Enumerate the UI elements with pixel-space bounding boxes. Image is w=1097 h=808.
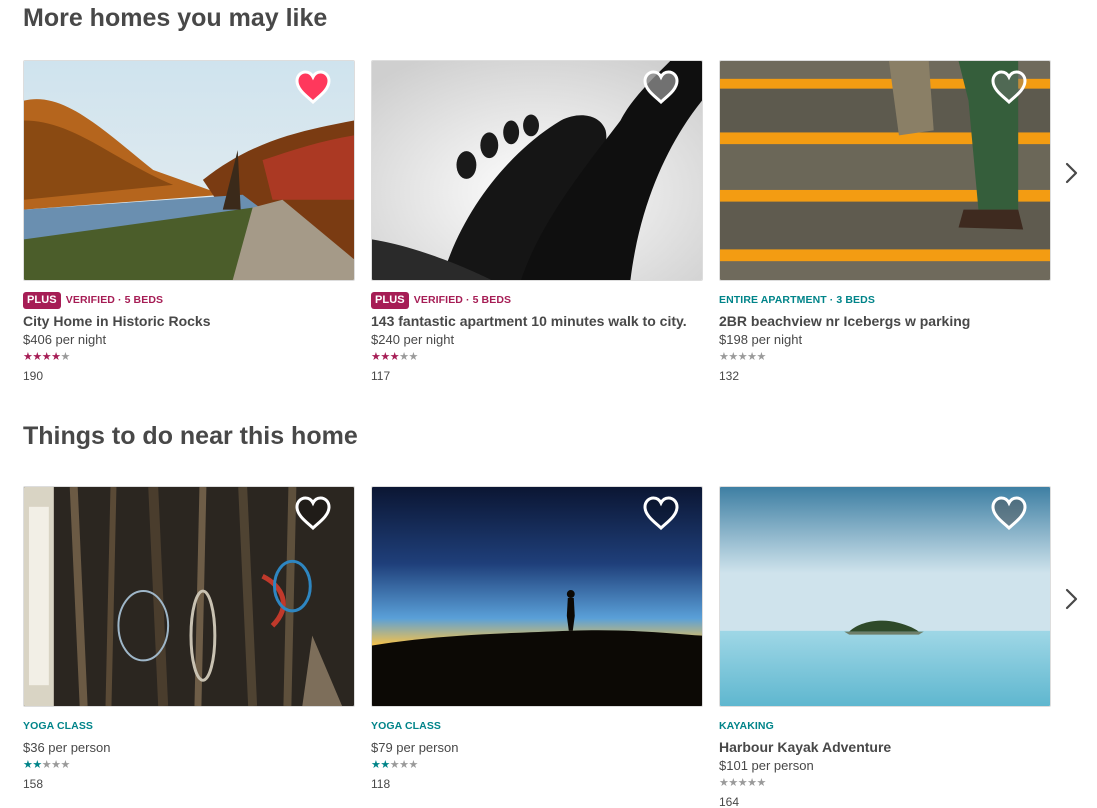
experience-price: $79 per person xyxy=(371,740,459,755)
star-icon: ★ xyxy=(747,351,757,363)
listing-photo[interactable] xyxy=(23,60,355,281)
review-count: 190 xyxy=(23,369,44,383)
experience-card[interactable]: KAYAKING Harbour Kayak Adventure $101 pe… xyxy=(719,486,1051,808)
experience-category: KAYAKING xyxy=(719,720,774,732)
star-icon: ★ xyxy=(389,759,400,771)
save-heart-button[interactable] xyxy=(294,495,332,531)
section-title-things: Things to do near this home xyxy=(23,422,358,450)
star-icon: ★ xyxy=(719,777,729,789)
review-count: 164 xyxy=(719,795,740,808)
review-count: 117 xyxy=(371,369,391,383)
star-rating: ★ ★ ★ ★ ★ xyxy=(371,351,703,363)
star-icon: ★ xyxy=(32,759,42,771)
experience-meta: KAYAKING xyxy=(719,718,1051,734)
experience-title[interactable]: Harbour Kayak Adventure xyxy=(719,739,1051,756)
star-icon: ★ xyxy=(747,777,757,789)
listing-photo[interactable] xyxy=(371,60,703,281)
star-rating: ★ ★ ★ ★ ★ xyxy=(719,351,1051,363)
save-heart-button[interactable] xyxy=(990,69,1028,105)
experience-card[interactable]: YOGA CLASS $36 per person ★ ★ ★ ★ ★ 158 xyxy=(23,486,355,791)
star-icon: ★ xyxy=(728,777,738,789)
star-icon: ★ xyxy=(23,759,33,771)
listing-meta-text: ENTIRE APARTMENT · 3 BEDS xyxy=(719,294,875,306)
star-rating: ★ ★ ★ ★ ★ xyxy=(371,759,703,771)
star-icon: ★ xyxy=(60,351,71,363)
star-icon: ★ xyxy=(51,759,61,771)
listing-price: $240 per night xyxy=(371,332,455,347)
listing-title[interactable]: 143 fantastic apartment 10 minutes walk … xyxy=(371,313,703,330)
review-count: 132 xyxy=(719,369,740,383)
experience-photo[interactable] xyxy=(23,486,355,707)
heart-outline-icon xyxy=(991,70,1027,105)
save-heart-button[interactable] xyxy=(642,69,680,105)
chevron-right-icon xyxy=(1065,162,1078,184)
listing-meta: ENTIRE APARTMENT · 3 BEDS xyxy=(719,292,1051,308)
star-icon: ★ xyxy=(737,351,748,363)
section-title-homes: More homes you may like xyxy=(23,4,328,32)
listing-title[interactable]: City Home in Historic Rocks xyxy=(23,313,355,330)
star-icon: ★ xyxy=(380,759,390,771)
save-heart-button[interactable] xyxy=(642,495,680,531)
listing-meta-text: VERIFIED · 5 BEDS xyxy=(413,294,512,306)
star-rating: ★ ★ ★ ★ ★ xyxy=(23,351,355,363)
heart-outline-icon xyxy=(643,496,679,531)
star-icon: ★ xyxy=(380,351,390,363)
star-icon: ★ xyxy=(60,759,71,771)
experience-category: YOGA CLASS xyxy=(23,720,94,732)
listing-meta-text: VERIFIED · 5 BEDS xyxy=(65,294,164,306)
star-rating: ★ ★ ★ ★ ★ xyxy=(719,777,1051,789)
experience-photo[interactable] xyxy=(719,486,1051,707)
star-icon: ★ xyxy=(51,351,61,363)
home-card[interactable]: PLUS VERIFIED · 5 BEDS 143 fantastic apa… xyxy=(371,60,703,383)
experience-photo[interactable] xyxy=(371,486,703,707)
heart-outline-icon xyxy=(295,496,331,531)
listing-meta: PLUS VERIFIED · 5 BEDS xyxy=(371,291,703,309)
home-card[interactable]: PLUS VERIFIED · 5 BEDS City Home in Hist… xyxy=(23,60,355,383)
star-icon: ★ xyxy=(756,351,767,363)
review-count: 158 xyxy=(23,777,44,791)
star-icon: ★ xyxy=(408,759,419,771)
heart-outline-icon xyxy=(991,496,1027,531)
star-icon: ★ xyxy=(41,759,52,771)
experience-price: $101 per person xyxy=(719,758,814,773)
star-icon: ★ xyxy=(737,777,748,789)
star-icon: ★ xyxy=(719,351,729,363)
listing-title[interactable]: 2BR beachview nr Icebergs w parking xyxy=(719,313,1051,330)
heart-outline-icon xyxy=(643,70,679,105)
star-rating: ★ ★ ★ ★ ★ xyxy=(23,759,355,771)
star-icon: ★ xyxy=(41,351,52,363)
listing-price: $406 per night xyxy=(23,332,107,347)
heart-filled-icon xyxy=(295,70,331,105)
experience-card[interactable]: YOGA CLASS $79 per person ★ ★ ★ ★ ★ 118 xyxy=(371,486,703,791)
listing-price: $198 per night xyxy=(719,332,803,347)
experience-category: YOGA CLASS xyxy=(371,720,442,732)
plus-badge: PLUS xyxy=(23,291,61,309)
star-icon: ★ xyxy=(408,351,419,363)
star-icon: ★ xyxy=(32,351,42,363)
review-count: 118 xyxy=(371,777,391,791)
listing-photo[interactable] xyxy=(719,60,1051,281)
experience-price: $36 per person xyxy=(23,740,111,755)
experience-meta: YOGA CLASS xyxy=(23,718,355,734)
experience-meta: YOGA CLASS xyxy=(371,718,703,734)
plus-badge: PLUS xyxy=(371,291,409,309)
save-heart-button[interactable] xyxy=(294,69,332,105)
star-icon: ★ xyxy=(371,351,381,363)
star-icon: ★ xyxy=(399,351,409,363)
star-icon: ★ xyxy=(371,759,381,771)
carousel-next-button[interactable] xyxy=(1060,158,1084,188)
carousel-next-button[interactable] xyxy=(1060,584,1084,614)
home-card[interactable]: ENTIRE APARTMENT · 3 BEDS 2BR beachview … xyxy=(719,60,1051,383)
star-icon: ★ xyxy=(389,351,400,363)
save-heart-button[interactable] xyxy=(990,495,1028,531)
chevron-right-icon xyxy=(1065,588,1078,610)
star-icon: ★ xyxy=(399,759,409,771)
star-icon: ★ xyxy=(728,351,738,363)
star-icon: ★ xyxy=(23,351,33,363)
listing-meta: PLUS VERIFIED · 5 BEDS xyxy=(23,291,355,309)
star-icon: ★ xyxy=(756,777,767,789)
